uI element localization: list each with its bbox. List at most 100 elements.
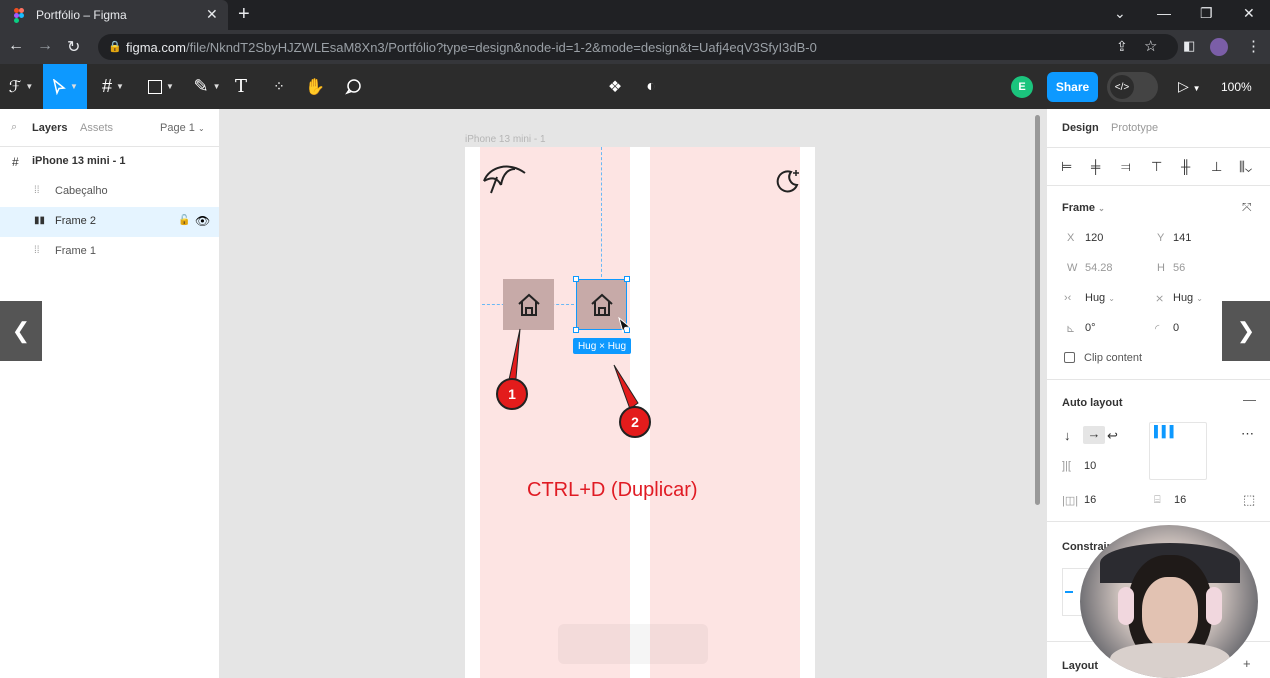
x-input[interactable]: 120 (1085, 232, 1103, 244)
chrome-menu-icon[interactable]: ⋮ (1246, 37, 1261, 55)
url-input[interactable]: 🔒 figma.com/file/NkndT2SbyHJZWLEsaM8Xn3/… (98, 34, 1178, 60)
moon-icon[interactable] (775, 167, 801, 193)
layer-item-cabecalho[interactable]: ⁞⁞ Cabeçalho (0, 177, 219, 207)
tab-title: Portfólio – Figma (36, 8, 127, 22)
y-input[interactable]: 141 (1173, 232, 1191, 244)
shape-tool-button[interactable]: ▼ (140, 64, 182, 109)
rotation-input[interactable]: 0° (1085, 322, 1096, 334)
new-tab-button[interactable]: + (238, 3, 250, 26)
resize-handle[interactable] (624, 276, 630, 282)
hand-tool-button[interactable]: ✋ (302, 64, 328, 109)
align-center-v-icon[interactable]: ╫ (1181, 159, 1190, 174)
components-button[interactable]: ❖ (602, 64, 628, 109)
frame-section-label: Frame (1062, 202, 1096, 214)
gap-input[interactable]: 10 (1084, 460, 1096, 472)
tab-assets[interactable]: Assets (80, 122, 113, 134)
w-input[interactable]: 54.28 (1085, 262, 1113, 274)
back-icon[interactable]: ← (8, 37, 24, 55)
layer-item-iphone[interactable]: # iPhone 13 mini - 1 (0, 147, 219, 177)
comment-tool-button[interactable] (340, 64, 366, 109)
clip-content-checkbox[interactable] (1064, 352, 1075, 363)
search-icon[interactable]: ⌕ (11, 121, 17, 134)
component-icon: ❖ (607, 78, 623, 96)
h-input[interactable]: 56 (1173, 262, 1185, 274)
main-menu-button[interactable]: ℱ ▼ (0, 64, 42, 109)
chevron-down-icon: ▼ (212, 82, 221, 91)
bookmark-star-icon[interactable]: ☆ (1144, 37, 1157, 55)
faded-toolbar-overlay (558, 624, 708, 664)
tab-layers[interactable]: Layers (32, 122, 67, 134)
zoom-menu[interactable]: 100% (1221, 80, 1252, 94)
hug-width-select[interactable]: Hug ⌄ (1085, 292, 1115, 304)
align-center-h-icon[interactable]: ╪ (1091, 159, 1100, 174)
minimize-icon[interactable]: — (1157, 5, 1171, 21)
frame-name-label[interactable]: iPhone 13 mini - 1 (465, 134, 546, 145)
add-layout-grid-icon[interactable]: + (1243, 656, 1251, 671)
share-page-icon[interactable]: ⇪ (1116, 38, 1128, 55)
wrap-icon[interactable]: ↩ (1107, 428, 1118, 444)
next-arrow-button[interactable]: ❯ (1222, 301, 1270, 361)
present-button[interactable]: ▷ ▼ (1178, 78, 1201, 95)
more-options-icon[interactable]: ⋯ (1241, 426, 1254, 442)
distribute-icon[interactable]: ⫼⌄ (1239, 159, 1252, 175)
align-right-icon[interactable]: ⫤ (1121, 159, 1131, 175)
auto-layout-icon: ⁞⁞ (34, 185, 40, 196)
hug-width-icon: ›‹ (1064, 292, 1072, 304)
hug-height-icon: ⨯ (1155, 293, 1165, 305)
corner-radius-input[interactable]: 0 (1173, 322, 1179, 334)
reload-icon[interactable]: ↻ (67, 37, 80, 57)
clip-content-label: Clip content (1084, 352, 1143, 364)
chevron-down-icon: ⌄ (1196, 294, 1203, 303)
contrast-icon: ◐ (646, 77, 656, 95)
share-button[interactable]: Share (1047, 72, 1098, 102)
pointer-icon (53, 78, 66, 95)
resize-to-fit-icon[interactable]: ⤧ (1242, 200, 1252, 215)
h-label: H (1157, 262, 1165, 274)
chevron-down-icon: ▼ (70, 82, 78, 91)
hug-height-select[interactable]: Hug ⌄ (1173, 292, 1203, 304)
direction-vertical-icon[interactable]: ↓ (1064, 428, 1071, 443)
padding-horizontal-input[interactable]: 16 (1084, 494, 1096, 506)
pen-tool-button[interactable]: ✎ ▼ (186, 64, 228, 109)
theme-toggle-button[interactable]: ◐ (638, 64, 664, 109)
tab-close-icon[interactable]: ✕ (206, 6, 218, 23)
align-top-icon[interactable]: ⊤ (1151, 159, 1162, 175)
layer-label: Frame 2 (55, 215, 96, 227)
align-left-icon[interactable]: ⊨ (1061, 159, 1072, 175)
tab-design[interactable]: Design (1062, 122, 1099, 134)
frame-tool-button[interactable]: # ▼ (92, 64, 134, 109)
layer-item-frame-1[interactable]: ⁞⁞ Frame 1 (0, 237, 219, 267)
layer-item-frame-2[interactable]: ▮▮ Frame 2 🔓 👁 (0, 207, 219, 237)
browser-tab[interactable]: Portfólio – Figma ✕ (0, 0, 228, 30)
headphone-left (1118, 587, 1134, 625)
canvas-scrollbar[interactable] (1035, 115, 1040, 505)
tab-prototype[interactable]: Prototype (1111, 122, 1158, 134)
eye-icon[interactable]: 👁 (195, 214, 210, 228)
page-selector[interactable]: Page 1 ⌄ (160, 122, 205, 134)
previous-arrow-button[interactable]: ❮ (0, 301, 42, 361)
window-close-icon[interactable]: ✕ (1243, 5, 1255, 22)
align-bottom-icon[interactable]: ⊥ (1211, 159, 1222, 175)
design-canvas[interactable]: iPhone 13 mini - 1 Hug × Hug 1 2 CTRL+D … (220, 109, 1046, 678)
sidepanel-icon[interactable]: ◧ (1183, 38, 1195, 54)
remove-auto-layout-icon[interactable]: — (1243, 392, 1256, 407)
direction-horizontal-icon[interactable]: → (1083, 426, 1105, 444)
individual-padding-icon[interactable]: ⬚ (1243, 492, 1255, 508)
tab-search-icon[interactable]: ⌄ (1114, 5, 1126, 22)
padding-horizontal-icon: |◫| (1062, 495, 1079, 507)
move-tool-button[interactable]: ▼ (43, 64, 87, 109)
padding-vertical-input[interactable]: 16 (1174, 494, 1186, 506)
resources-tool-button[interactable]: ⁘ (266, 64, 292, 109)
profile-avatar[interactable] (1210, 38, 1228, 56)
frame-section-title[interactable]: Frame ⌄ (1062, 202, 1105, 214)
resize-handle[interactable] (573, 276, 579, 282)
auto-layout-title: Auto layout (1062, 397, 1123, 409)
restore-icon[interactable]: ❐ (1200, 5, 1213, 22)
lock-icon[interactable]: 🔓 (178, 215, 190, 226)
dev-mode-toggle[interactable]: </> (1107, 72, 1158, 102)
text-tool-button[interactable]: T (228, 64, 254, 109)
collaborator-avatar[interactable]: E (1011, 76, 1033, 98)
forward-icon[interactable]: → (37, 37, 53, 55)
alignment-grid[interactable]: ▌▌▌ (1149, 422, 1207, 480)
x-label: X (1067, 232, 1075, 244)
